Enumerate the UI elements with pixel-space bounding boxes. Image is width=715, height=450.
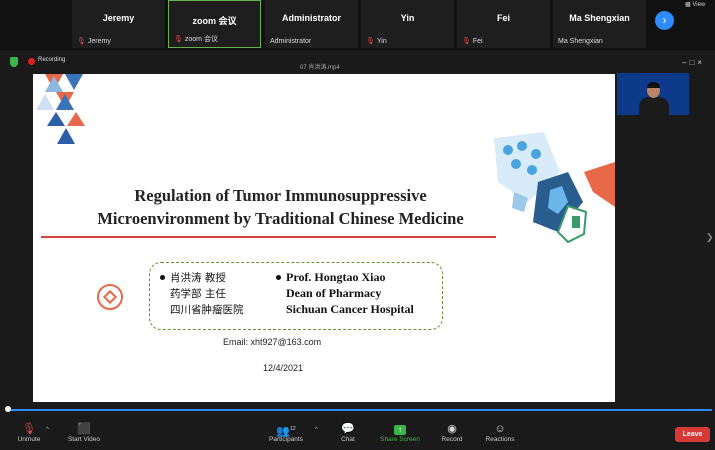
share-screen-icon: ↑ (378, 422, 422, 436)
presenter-name-en: Prof. Hongtao Xiao (286, 270, 386, 284)
chat-icon: 💬 (341, 423, 355, 435)
participants-options-caret-icon[interactable]: ^ (315, 427, 318, 433)
participant-label: Administrator (270, 38, 311, 45)
participant-label: 🎙 Jeremy (77, 37, 111, 45)
participant-label-text: Administrator (270, 38, 312, 45)
participant-label: 🎙 zoom 会议 (174, 34, 218, 44)
grid-icon: ▦ (685, 2, 691, 8)
presenter-email: Email: xht927@163.com (223, 337, 322, 347)
share-screen-button[interactable]: ↑ Share Screen (378, 422, 422, 443)
window-controls[interactable]: –□× (682, 58, 705, 67)
reactions-icon: ☺ (494, 423, 506, 435)
presenter-info-english: Prof. Hongtao Xiao Dean of Pharmacy Sich… (276, 269, 414, 317)
bullet-icon (276, 274, 281, 280)
close-icon[interactable]: × (697, 58, 705, 67)
participant-name: Yin (400, 13, 415, 23)
speaker-video[interactable] (617, 73, 689, 115)
view-label: View (692, 2, 706, 8)
chat-button[interactable]: 💬 Chat (336, 422, 360, 443)
slide-corner-decoration (36, 74, 85, 144)
participant-name: Ma Shengxian (569, 13, 630, 23)
muted-mic-icon: 🎙 (174, 36, 183, 43)
participant-strip: Jeremy 🎙 Jeremy zoom 会议 🎙 zoom 会议 Administ… (0, 0, 715, 50)
side-panel-toggle-icon[interactable]: ❯ (706, 232, 714, 243)
presenter-title-en: Dean of Pharmacy (286, 286, 382, 300)
shield-icon[interactable] (10, 57, 18, 67)
participants-count: 12 (290, 426, 296, 432)
muted-microphone-icon: 🎙 (22, 423, 36, 435)
participant-label: 🎙 Yin (366, 37, 387, 45)
slide-title-line-1: Regulation of Tumor Immunosuppressive (134, 186, 427, 205)
unmute-label: Unmute (17, 436, 41, 443)
participant-name: Jeremy (102, 13, 135, 23)
shared-file-name: 07 肖洪涛.mp4 (300, 65, 340, 71)
muted-mic-icon: 🎙 (462, 38, 471, 45)
video-off-icon: ⬛ (77, 423, 91, 435)
participant-label-text: Fei (472, 38, 483, 45)
speaker-body (639, 97, 669, 115)
presenter-hospital-cn: 四川省肿瘤医院 (170, 304, 244, 316)
participant-label-text: zoom 会议 (184, 36, 218, 43)
presenter-title-cn: 药学部 主任 (170, 288, 226, 300)
muted-mic-icon: 🎙 (77, 38, 86, 45)
participants-button[interactable]: 👥12 Participants (266, 422, 306, 443)
recording-icon (28, 58, 35, 65)
record-icon: ◉ (447, 423, 457, 435)
slide-date: 12/4/2021 (263, 363, 304, 373)
participant-label: Ma Shengxian (558, 38, 603, 45)
view-menu[interactable]: ▦ View (685, 1, 705, 8)
participant-label-text: Jeremy (87, 38, 111, 45)
participant-label-text: Ma Shengxian (558, 38, 603, 45)
reactions-label: Reactions (485, 436, 515, 443)
participants-label: Participants (269, 436, 303, 443)
slide-title: Regulation of Tumor Immunosuppressive Mi… (33, 184, 528, 230)
participant-label: 🎙 Fei (462, 37, 483, 45)
participant-label-text: Yin (376, 38, 387, 45)
meeting-toolbar: 🎙 Unmute ^ ⬛ Start Video 👥12 Participant… (0, 416, 715, 450)
start-video-label: Start Video (67, 436, 101, 443)
participant-tile[interactable]: Administrator Administrator (265, 0, 358, 48)
record-button[interactable]: ◉ Record (438, 422, 466, 443)
share-screen-label: Share Screen (380, 436, 420, 443)
shared-slide: Regulation of Tumor Immunosuppressive Mi… (33, 74, 615, 402)
playback-progress-handle[interactable] (5, 406, 11, 412)
meeting-status-bar: Recording 07 肖洪涛.mp4 –□× (0, 55, 715, 73)
participant-name: Administrator (281, 13, 341, 23)
record-label: Record (441, 436, 463, 443)
presenter-info-chinese: 肖洪涛 教授 药学部 主任 四川省肿瘤医院 (160, 270, 244, 318)
participant-tile-active[interactable]: zoom 会议 🎙 zoom 会议 (168, 0, 261, 48)
unmute-button[interactable]: 🎙 Unmute (14, 422, 44, 443)
next-participants-button[interactable]: › (655, 11, 674, 30)
muted-mic-icon: 🎙 (366, 38, 375, 45)
chevron-right-icon: › (662, 13, 667, 27)
playback-progress-bar[interactable] (6, 409, 712, 411)
bullet-icon (160, 274, 165, 280)
speaker-hair (647, 82, 660, 88)
participant-name: zoom 会议 (192, 16, 237, 26)
participant-tile[interactable]: Jeremy 🎙 Jeremy (72, 0, 165, 48)
recording-label: Recording (38, 57, 66, 63)
presenter-info-box: 肖洪涛 教授 药学部 主任 四川省肿瘤医院 Prof. Hongtao Xiao… (149, 262, 443, 330)
start-video-button[interactable]: ⬛ Start Video (64, 422, 104, 443)
leave-button[interactable]: Leave (675, 427, 710, 442)
participant-tile[interactable]: Ma Shengxian Ma Shengxian (553, 0, 646, 48)
audio-options-caret-icon[interactable]: ^ (46, 427, 49, 433)
reactions-button[interactable]: ☺ Reactions (483, 422, 517, 443)
slide-title-line-2: Microenvironment by Traditional Chinese … (97, 209, 464, 228)
chat-label: Chat (341, 436, 355, 443)
title-divider (41, 236, 496, 238)
presenter-name-cn: 肖洪涛 教授 (170, 272, 226, 284)
hospital-logo-icon (97, 284, 123, 310)
participants-icon: 👥12 (276, 425, 296, 438)
participant-tile[interactable]: Fei 🎙 Fei (457, 0, 550, 48)
participant-tile[interactable]: Yin 🎙 Yin (361, 0, 454, 48)
presenter-hospital-en: Sichuan Cancer Hospital (286, 302, 414, 316)
participant-name: Fei (496, 13, 510, 23)
